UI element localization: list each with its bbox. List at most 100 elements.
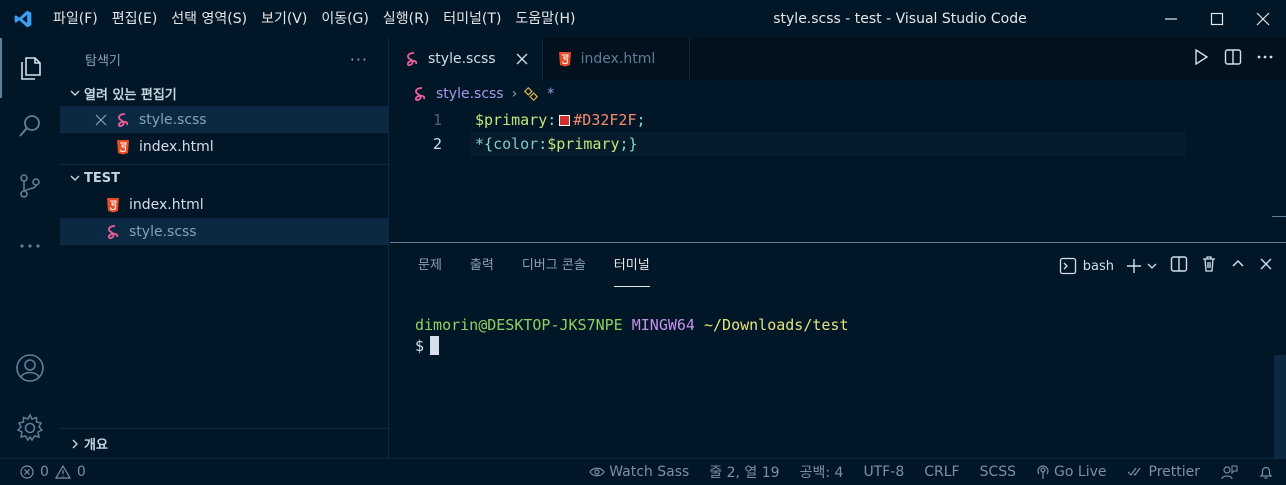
run-button[interactable] xyxy=(1192,48,1210,70)
accounts-button[interactable] xyxy=(0,344,60,392)
file-item-index-html[interactable]: index.html xyxy=(60,191,388,218)
close-editor-icon[interactable] xyxy=(94,113,108,127)
close-window-button[interactable] xyxy=(1240,0,1286,38)
activity-bar xyxy=(0,38,60,458)
chevron-down-icon xyxy=(66,87,84,99)
maximize-panel-button[interactable] xyxy=(1230,256,1246,276)
editor-more-button[interactable] xyxy=(1256,48,1274,70)
editor-tabs: style.scss index.html xyxy=(390,38,1286,80)
go-live-label: Go Live xyxy=(1054,464,1107,480)
explorer-title: 탐색기 xyxy=(85,53,121,69)
double-check-icon xyxy=(1127,467,1140,476)
scss-file-icon xyxy=(412,86,428,102)
folder-header-test[interactable]: TEST xyxy=(60,165,388,191)
terminal-output[interactable]: dimorin@DESKTOP-JKS7NPE MINGW64 ~/Downlo… xyxy=(415,315,849,357)
end-of-line[interactable]: CRLF xyxy=(924,464,959,480)
editor-scrollbar[interactable] xyxy=(1272,216,1286,236)
tab-label: index.html xyxy=(580,51,656,67)
watch-sass-label: Watch Sass xyxy=(609,464,690,480)
punctuation: ;} xyxy=(619,135,638,153)
explorer-more-button[interactable]: ··· xyxy=(350,50,368,69)
outline-label: 개요 xyxy=(84,438,108,453)
open-editor-item-style-scss[interactable]: style.scss xyxy=(60,106,388,133)
punctuation: : xyxy=(538,135,548,153)
open-editor-item-index-html[interactable]: index.html xyxy=(60,133,388,160)
prettier-button[interactable]: Prettier xyxy=(1127,464,1200,480)
close-tab-icon[interactable] xyxy=(514,51,530,67)
warning-count: 0 xyxy=(76,464,86,480)
color-value: #D32F2F xyxy=(573,111,637,129)
search-icon xyxy=(19,115,40,137)
file-label: index.html xyxy=(129,196,204,213)
feedback-button[interactable] xyxy=(1220,464,1238,480)
breadcrumb-symbol[interactable]: * xyxy=(547,86,554,102)
go-live-button[interactable]: Go Live xyxy=(1036,464,1107,480)
notifications-button[interactable] xyxy=(1258,464,1274,480)
tab-output[interactable]: 출력 xyxy=(470,243,494,289)
menu-run[interactable]: 실행(R) xyxy=(376,0,436,38)
language-mode[interactable]: SCSS xyxy=(980,464,1016,480)
vscode-logo-icon xyxy=(0,0,46,38)
split-terminal-button[interactable] xyxy=(1170,255,1188,277)
code-line: 1 $primary: #D32F2F; xyxy=(390,108,1286,132)
tab-index-html[interactable]: index.html xyxy=(543,38,691,80)
tab-style-scss[interactable]: style.scss xyxy=(390,38,543,80)
chevron-down-icon xyxy=(1147,263,1157,269)
settings-button[interactable] xyxy=(0,404,60,452)
tab-problems[interactable]: 문제 xyxy=(418,243,442,289)
indentation[interactable]: 공백: 4 xyxy=(800,462,844,482)
source-control-icon xyxy=(20,174,40,198)
kill-terminal-button[interactable] xyxy=(1200,255,1218,277)
explorer-button[interactable] xyxy=(0,44,60,92)
maximize-icon xyxy=(1210,12,1224,26)
problems-status[interactable]: 0 0 xyxy=(0,464,86,480)
encoding[interactable]: UTF-8 xyxy=(863,464,904,480)
file-item-style-scss[interactable]: style.scss xyxy=(60,218,388,245)
source-control-button[interactable] xyxy=(0,162,60,210)
close-icon xyxy=(1260,258,1272,270)
more-views-button[interactable] xyxy=(0,222,60,270)
scss-file-icon xyxy=(404,51,420,67)
tab-debug-console[interactable]: 디버그 콘솔 xyxy=(522,243,586,289)
broadcast-icon xyxy=(1037,465,1049,479)
menu-view[interactable]: 보기(V) xyxy=(254,0,314,38)
menu-go[interactable]: 이동(G) xyxy=(314,0,376,38)
close-icon xyxy=(1256,12,1270,26)
open-editors-header[interactable]: 열려 있는 편집기 xyxy=(60,80,388,106)
menu-terminal[interactable]: 터미널(T) xyxy=(436,0,508,38)
window-controls xyxy=(1148,0,1286,38)
chevron-down-icon xyxy=(66,172,84,184)
files-icon xyxy=(21,57,41,80)
menu-help[interactable]: 도움말(H) xyxy=(508,0,582,38)
terminal-shell-selector[interactable]: bash xyxy=(1059,257,1114,275)
gear-icon xyxy=(16,413,44,442)
close-panel-button[interactable] xyxy=(1258,256,1274,276)
search-button[interactable] xyxy=(0,102,60,150)
html-file-icon xyxy=(115,139,131,155)
new-terminal-button[interactable] xyxy=(1126,258,1158,274)
bottom-panel: 문제 출력 디버그 콘솔 터미널 bash dimorin@DESKTOP-JK… xyxy=(390,242,1286,459)
menu-edit[interactable]: 편집(E) xyxy=(105,0,165,38)
minimize-button[interactable] xyxy=(1148,0,1194,38)
tab-terminal[interactable]: 터미널 xyxy=(613,243,650,289)
scss-file-icon xyxy=(105,224,121,240)
maximize-button[interactable] xyxy=(1194,0,1240,38)
watch-sass-button[interactable]: Watch Sass xyxy=(589,464,689,480)
terminal-cursor xyxy=(430,336,440,355)
cursor-position[interactable]: 줄 2, 열 19 xyxy=(709,462,779,482)
color-swatch[interactable] xyxy=(559,115,571,126)
menu-selection[interactable]: 선택 영역(S) xyxy=(164,0,254,38)
split-editor-button[interactable] xyxy=(1224,48,1242,70)
breadcrumb-file[interactable]: style.scss xyxy=(436,86,504,102)
explorer-header: 탐색기 ··· xyxy=(60,38,388,80)
punctuation: : xyxy=(547,111,557,129)
code-line-current: 2 *{color:$primary;} xyxy=(390,132,1286,156)
menu-file[interactable]: 파일(F) xyxy=(46,0,105,38)
terminal-scrollbar[interactable] xyxy=(1274,355,1286,459)
code-editor[interactable]: 1 $primary: #D32F2F; 2 *{color:$primary;} xyxy=(390,108,1286,242)
more-icon xyxy=(1257,55,1273,59)
line-number: 1 xyxy=(432,111,442,129)
selector-symbol-icon xyxy=(523,86,539,102)
outline-header[interactable]: 개요 xyxy=(60,428,388,458)
breadcrumb: style.scss › * xyxy=(390,80,1286,108)
